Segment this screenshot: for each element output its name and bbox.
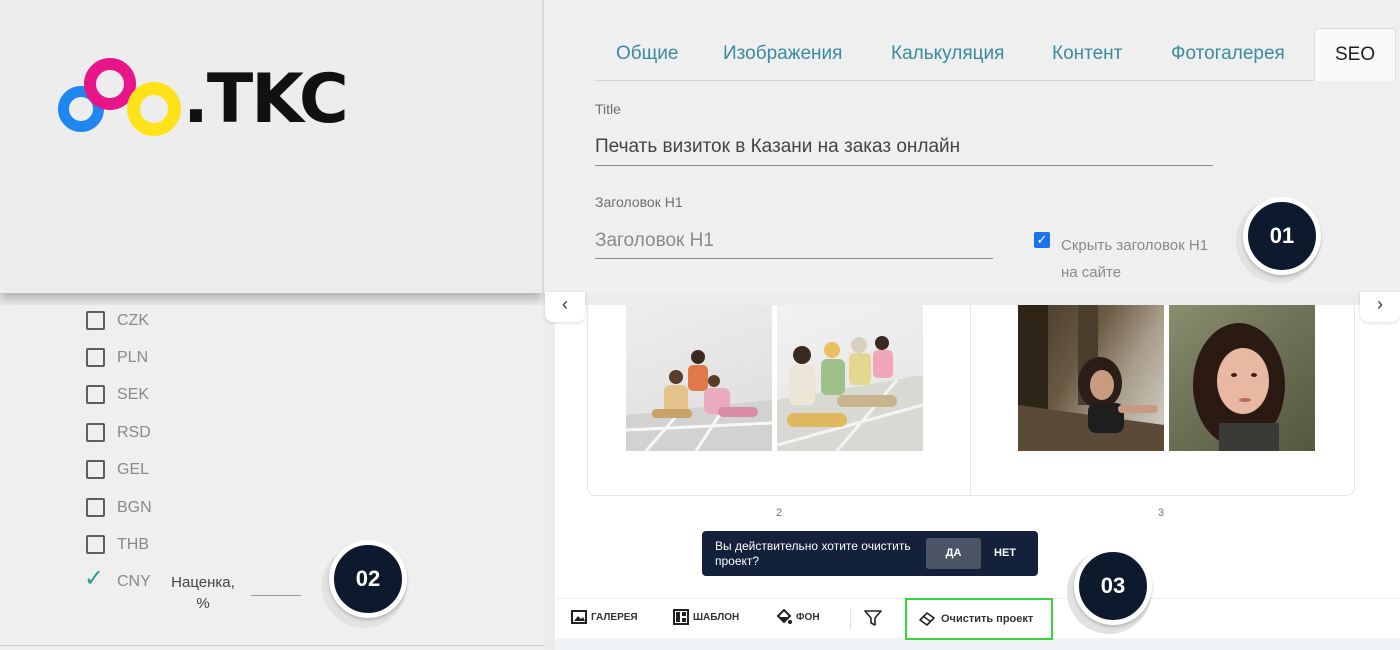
- currency-checkbox[interactable]: [86, 311, 105, 330]
- photo-friends-floor[interactable]: [777, 305, 923, 451]
- step-badge-01: 01: [1243, 197, 1321, 275]
- currency-code: GEL: [117, 461, 150, 478]
- logo-panel: [0, 0, 542, 293]
- currency-checkbox[interactable]: [86, 348, 105, 367]
- filter-button[interactable]: [864, 609, 886, 627]
- currency-code: CNY: [117, 573, 151, 590]
- step-badge-03: 03: [1074, 547, 1152, 625]
- markup-label: Наценка, %: [171, 574, 235, 612]
- currency-code: BGN: [117, 499, 152, 516]
- tab-images[interactable]: Изображения: [723, 28, 842, 81]
- photo-friends-floor-image: [777, 336, 923, 451]
- tab-seo[interactable]: SEO: [1314, 28, 1397, 81]
- h1-field-label: Заголовок H1: [595, 194, 683, 210]
- prev-page-button[interactable]: ‹: [545, 292, 585, 322]
- currency-panel: [0, 305, 545, 650]
- page-number: 3: [1158, 507, 1165, 519]
- eraser-icon: [919, 612, 935, 626]
- gallery-button[interactable]: ГАЛЕРЕЯ: [571, 609, 638, 627]
- tab-content[interactable]: Контент: [1052, 28, 1122, 81]
- clear-project-button[interactable]: Очистить проект: [905, 598, 1053, 640]
- checkmark-icon: ✓: [1036, 232, 1048, 247]
- background-label: ФОН: [796, 612, 820, 623]
- photo-woman-window[interactable]: [1018, 305, 1164, 451]
- hide-h1-checkbox[interactable]: ✓: [1034, 232, 1050, 248]
- tab-photogallery[interactable]: Фотогалерея: [1171, 28, 1285, 81]
- background-button[interactable]: ФОН: [776, 608, 820, 627]
- currency-code: PLN: [117, 349, 149, 366]
- page-number: 2: [776, 507, 783, 519]
- currency-checkbox[interactable]: [86, 498, 105, 517]
- currency-panel-bottom-border: [0, 645, 545, 646]
- photo-woman-portrait-image: [1193, 323, 1285, 451]
- next-page-button[interactable]: ›: [1360, 292, 1400, 322]
- filter-icon: [864, 610, 882, 626]
- photo-group-sitting[interactable]: [626, 305, 772, 451]
- template-button[interactable]: ШАБЛОН: [673, 609, 739, 627]
- hide-h1-label: Скрыть заголовок H1 на сайте: [1061, 237, 1209, 281]
- confirm-yes-button[interactable]: ДА: [926, 538, 981, 569]
- clear-project-label: Очистить проект: [941, 613, 1034, 625]
- photo-woman-window-image: [1018, 305, 1164, 451]
- title-field-label: Title: [595, 101, 621, 117]
- tab-general[interactable]: Общие: [616, 28, 678, 81]
- currency-checkbox[interactable]: [86, 385, 105, 404]
- chevron-left-icon: ‹: [562, 294, 568, 314]
- title-input-underline: [595, 165, 1213, 166]
- confirm-no-button[interactable]: НЕТ: [994, 538, 1016, 569]
- currency-code: RSD: [117, 424, 151, 441]
- spread-divider: [970, 305, 971, 495]
- checkmark-icon[interactable]: ✓: [84, 564, 104, 593]
- currency-checkbox[interactable]: [86, 423, 105, 442]
- step-badge-02: 02: [329, 540, 407, 618]
- tab-calculation[interactable]: Калькуляция: [891, 28, 1004, 81]
- title-input[interactable]: Печать визиток в Казани на заказ онлайн: [595, 136, 960, 158]
- chevron-right-icon: ›: [1377, 294, 1383, 314]
- currency-checkbox[interactable]: [86, 460, 105, 479]
- h1-input[interactable]: Заголовок H1: [595, 230, 714, 252]
- gallery-label: ГАЛЕРЕЯ: [591, 612, 638, 623]
- panel-divider: [542, 0, 544, 293]
- photo-woman-portrait[interactable]: [1169, 305, 1315, 451]
- settings-tabs: Общие Изображения Калькуляция Контент Фо…: [594, 28, 1397, 81]
- clear-project-confirm-dialog: Вы действительно хотите очистить проект?…: [702, 531, 1038, 576]
- confirm-message: Вы действительно хотите очистить проект?: [715, 539, 911, 568]
- logo-ring-yellow: [127, 82, 181, 136]
- currency-code: THB: [117, 536, 149, 553]
- currency-code: CZK: [117, 312, 149, 329]
- currency-checkbox[interactable]: [86, 535, 105, 554]
- currency-code: SEK: [117, 386, 150, 403]
- photo-group-sitting-image: [626, 350, 772, 451]
- toolbar-separator: [850, 608, 851, 630]
- layout-icon: [673, 609, 689, 626]
- tkc-logo: .TKC: [55, 58, 355, 139]
- h1-input-underline: [595, 258, 993, 259]
- paint-bucket-icon: [776, 608, 792, 625]
- template-label: ШАБЛОН: [693, 612, 740, 623]
- image-icon: [571, 610, 587, 625]
- logo-text: .TKC: [183, 60, 349, 139]
- markup-input[interactable]: [251, 595, 301, 596]
